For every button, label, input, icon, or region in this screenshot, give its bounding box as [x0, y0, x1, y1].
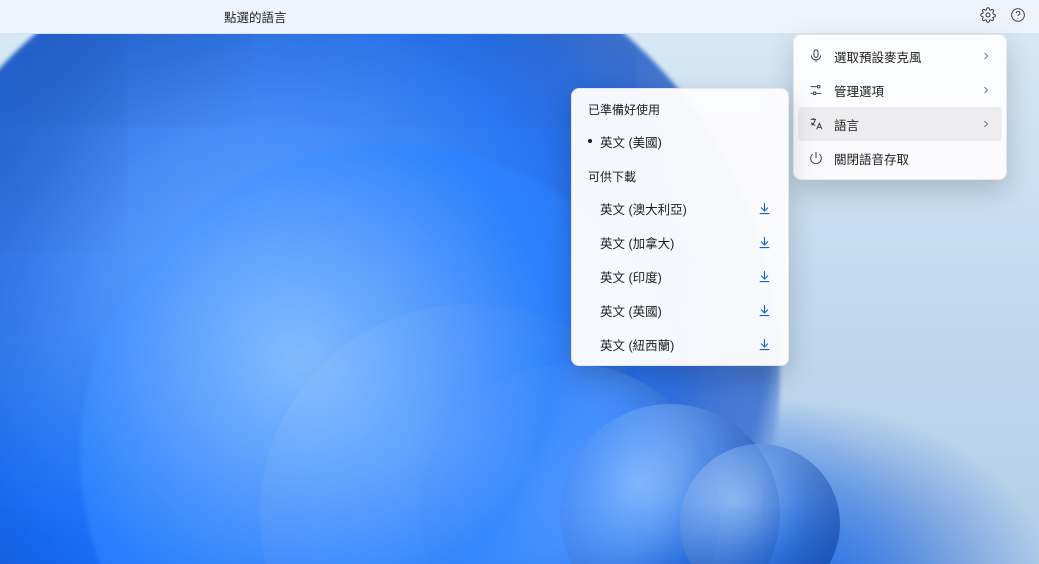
language-label: 英文 (紐西蘭) — [600, 335, 756, 354]
language-label: 英文 (印度) — [600, 267, 756, 286]
settings-button[interactable] — [973, 3, 1003, 31]
topbar-title: 點選的語言 — [224, 7, 287, 26]
wallpaper-petal — [420, 364, 720, 564]
language-label: 英文 (美國) — [600, 132, 772, 151]
power-icon — [808, 150, 824, 166]
menu-item-label: 關閉語音存取 — [834, 149, 992, 168]
chevron-right-icon — [980, 84, 992, 96]
language-item-downloadable[interactable]: 英文 (加拿大) — [576, 225, 784, 259]
download-icon[interactable] — [756, 234, 772, 250]
menu-item-turn-off-voice-access[interactable]: 關閉語音存取 — [798, 141, 1002, 175]
menu-item-manage-options[interactable]: 管理選項 — [798, 73, 1002, 107]
voice-access-topbar: 點選的語言 — [0, 0, 1039, 34]
language-item-downloadable[interactable]: 英文 (紐西蘭) — [576, 327, 784, 361]
chevron-right-icon — [980, 118, 992, 130]
section-header-downloadable: 可供下載 — [576, 158, 784, 191]
help-icon — [1010, 7, 1026, 26]
menu-item-label: 語言 — [834, 115, 970, 134]
language-item-ready[interactable]: 英文 (美國) — [576, 124, 784, 158]
settings-menu: 選取預設麥克風 管理選項 語言 關閉語音存取 — [793, 34, 1007, 180]
language-label: 英文 (加拿大) — [600, 233, 756, 252]
language-item-downloadable[interactable]: 英文 (英國) — [576, 293, 784, 327]
download-icon[interactable] — [756, 336, 772, 352]
microphone-icon — [808, 48, 824, 64]
language-icon — [808, 116, 824, 132]
sliders-icon — [808, 82, 824, 98]
gear-icon — [980, 7, 996, 26]
menu-item-label: 選取預設麥克風 — [834, 47, 970, 66]
language-label: 英文 (澳大利亞) — [600, 199, 756, 218]
menu-item-language[interactable]: 語言 — [798, 107, 1002, 141]
section-header-ready: 已準備好使用 — [576, 97, 784, 124]
language-item-downloadable[interactable]: 英文 (印度) — [576, 259, 784, 293]
language-item-downloadable[interactable]: 英文 (澳大利亞) — [576, 191, 784, 225]
download-icon[interactable] — [756, 200, 772, 216]
selected-bullet-icon — [588, 139, 592, 143]
menu-item-label: 管理選項 — [834, 81, 970, 100]
download-icon[interactable] — [756, 302, 772, 318]
menu-item-default-mic[interactable]: 選取預設麥克風 — [798, 39, 1002, 73]
language-label: 英文 (英國) — [600, 301, 756, 320]
chevron-right-icon — [980, 50, 992, 62]
language-panel: 已準備好使用 英文 (美國) 可供下載 英文 (澳大利亞) 英文 (加拿大) 英… — [571, 88, 789, 366]
help-button[interactable] — [1003, 3, 1033, 31]
download-icon[interactable] — [756, 268, 772, 284]
